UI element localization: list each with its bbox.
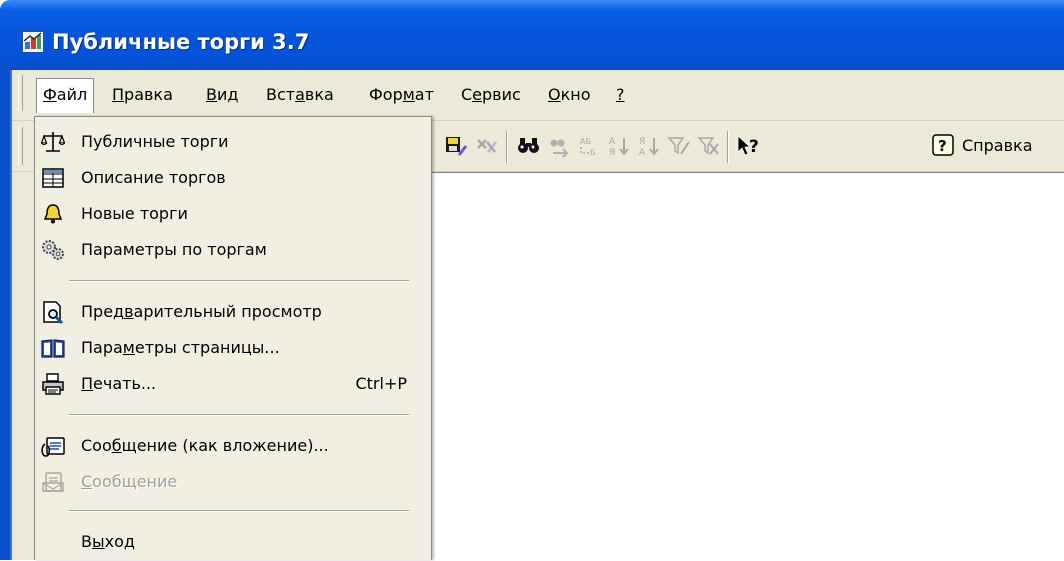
toolbar-grip[interactable] bbox=[18, 127, 23, 165]
menu-edit[interactable]: Правка bbox=[106, 78, 179, 112]
menu-file[interactable]: Файл bbox=[36, 78, 95, 113]
menu-item-label: Предварительный просмотр bbox=[81, 302, 322, 321]
menu-item-auction-parameters[interactable]: Параметры по торгам bbox=[35, 232, 431, 268]
menu-bar-grip[interactable] bbox=[18, 75, 23, 111]
svg-text:?: ? bbox=[938, 137, 947, 155]
svg-text:А: А bbox=[639, 148, 646, 158]
menu-bar: Файл Правка Вид Вставка Формат Сервис Ок… bbox=[12, 70, 1064, 121]
menu-item-label: Описание торгов bbox=[81, 168, 226, 187]
menu-service[interactable]: Сервис bbox=[455, 78, 527, 112]
svg-text:АБ: АБ bbox=[580, 137, 591, 146]
menu-item-label: Печать... bbox=[81, 374, 157, 393]
menu-item-label: Сообщение bbox=[81, 472, 178, 491]
bell-icon bbox=[41, 202, 65, 226]
svg-text:Б: Б bbox=[590, 148, 596, 157]
document-area[interactable] bbox=[432, 172, 1064, 561]
printer-icon bbox=[41, 372, 65, 396]
delete-record-icon bbox=[474, 134, 498, 158]
svg-text:Я: Я bbox=[639, 137, 645, 147]
find-icon[interactable] bbox=[517, 134, 541, 158]
svg-text:?: ? bbox=[749, 137, 759, 157]
menu-window[interactable]: Окно bbox=[542, 78, 597, 112]
toolbar-separator bbox=[727, 131, 729, 163]
menu-item-label: Публичные торги bbox=[81, 132, 229, 151]
gears-icon bbox=[41, 238, 65, 262]
window-frame bbox=[0, 70, 12, 560]
menu-insert[interactable]: Вставка bbox=[260, 78, 340, 112]
menu-item-auction-description[interactable]: Описание торгов bbox=[35, 160, 431, 196]
menu-item-shortcut: Ctrl+P bbox=[355, 374, 407, 393]
menu-separator bbox=[69, 510, 409, 512]
menu-format[interactable]: Формат bbox=[363, 78, 440, 112]
menu-item-label: Выход bbox=[81, 532, 135, 551]
page-setup-icon bbox=[41, 336, 65, 360]
menu-item-label: Параметры страницы... bbox=[81, 338, 280, 357]
sort-descending-icon: Я А bbox=[637, 134, 661, 158]
scales-icon bbox=[40, 130, 66, 154]
app-icon[interactable] bbox=[22, 31, 44, 53]
title-bar[interactable]: Публичные торги 3.7 bbox=[0, 0, 1064, 70]
menu-item-label: Сообщение (как вложение)... bbox=[81, 436, 329, 455]
find-next-icon bbox=[547, 134, 571, 158]
mail-attachment-icon bbox=[41, 434, 65, 458]
window-title: Публичные торги 3.7 bbox=[52, 30, 310, 54]
svg-text:Я: Я bbox=[609, 148, 615, 158]
menu-item-send-as-attachment[interactable]: Сообщение (как вложение)... bbox=[35, 428, 431, 464]
whats-this-icon[interactable]: ? bbox=[736, 134, 760, 158]
help-icon: ? bbox=[932, 134, 954, 156]
svg-text:А: А bbox=[609, 137, 616, 147]
menu-item-public-auctions[interactable]: Публичные торги bbox=[35, 124, 431, 160]
print-preview-icon bbox=[41, 300, 65, 325]
menu-item-send-message: Сообщение bbox=[35, 464, 431, 500]
help-label: Справка bbox=[962, 136, 1033, 155]
menu-item-page-setup[interactable]: Параметры страницы... bbox=[35, 330, 431, 366]
menu-help[interactable]: ? bbox=[610, 78, 631, 112]
menu-item-exit[interactable]: Выход bbox=[35, 524, 431, 560]
mail-icon bbox=[41, 470, 65, 494]
menu-item-print[interactable]: Печать... Ctrl+P bbox=[35, 366, 431, 402]
save-close-icon[interactable] bbox=[444, 134, 468, 158]
menu-separator bbox=[69, 280, 409, 282]
file-menu-dropdown: Публичные торги Описание торгов Новые то… bbox=[34, 116, 432, 560]
replace-icon: АБ Б bbox=[577, 134, 601, 158]
remove-filter-icon bbox=[697, 134, 721, 158]
menu-view[interactable]: Вид bbox=[200, 78, 244, 112]
menu-item-label: Параметры по торгам bbox=[81, 240, 267, 259]
filter-icon bbox=[667, 134, 691, 158]
sort-ascending-icon: А Я bbox=[607, 134, 631, 158]
toolbar-separator bbox=[506, 131, 508, 163]
menu-separator bbox=[69, 414, 409, 416]
table-icon bbox=[41, 166, 65, 190]
menu-item-print-preview[interactable]: Предварительный просмотр bbox=[35, 294, 431, 330]
menu-item-label: Новые торги bbox=[81, 204, 188, 223]
menu-item-new-auctions[interactable]: Новые торги bbox=[35, 196, 431, 232]
